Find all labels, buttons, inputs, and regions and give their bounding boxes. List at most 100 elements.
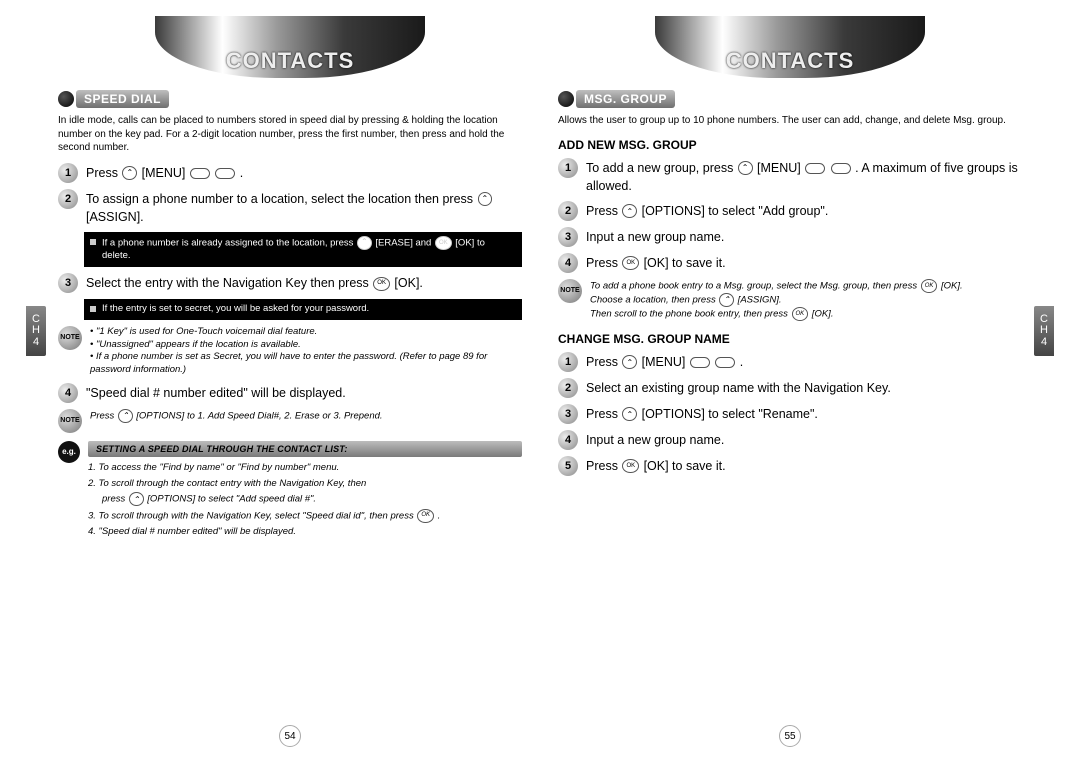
softkey-icon: ⌃ (118, 409, 133, 423)
manual-spread: C H 4 CONTACTS SPEED DIAL In idle mode, … (0, 0, 1080, 763)
step-number-icon: 3 (558, 227, 578, 247)
ok-key-icon: OK (435, 236, 452, 250)
step-5: 5 Press OK [OK] to save it. (558, 456, 1022, 476)
bullet-icon (90, 306, 96, 312)
page-number: 54 (279, 725, 301, 747)
key-icon (805, 163, 825, 174)
note-body: "1 Key" is used for One-Touch voicemail … (90, 326, 522, 377)
step-1: 1 Press ⌃ [MENU] . (58, 163, 522, 183)
subheading-add: ADD NEW MSG. GROUP (558, 138, 1022, 152)
example-item: 2. To scroll through the contact entry w… (88, 477, 522, 491)
section-label: SPEED DIAL (76, 90, 169, 108)
step-text: To add a new group, press ⌃ [MENU] . A m… (586, 158, 1022, 195)
header-title-left: CONTACTS (135, 48, 445, 74)
step-number-icon: 2 (558, 201, 578, 221)
step-number-icon: 2 (58, 189, 78, 209)
note-box: NOTE To add a phone book entry to a Msg.… (558, 279, 1022, 322)
note-body: Press ⌃ [OPTIONS] to 1. Add Speed Dial#,… (90, 409, 383, 423)
step-text: "Speed dial # number edited" will be dis… (86, 383, 346, 402)
page-header-left: CONTACTS (135, 16, 445, 78)
softkey-icon: ⌃ (622, 355, 637, 369)
example-box: e.g. SETTING A SPEED DIAL THROUGH THE CO… (58, 441, 522, 541)
subheading-change: CHANGE MSG. GROUP NAME (558, 332, 1022, 346)
softkey-icon: ⌃ (122, 166, 137, 180)
page-header-right: CONTACTS (635, 16, 945, 78)
step-number-icon: 3 (58, 273, 78, 293)
step-4: 4 Input a new group name. (558, 430, 1022, 450)
softkey-icon: ⌃ (129, 492, 144, 506)
example-item: 1. To access the "Find by name" or "Find… (88, 461, 522, 475)
note-box: NOTE "1 Key" is used for One-Touch voice… (58, 326, 522, 377)
note-line: Then scroll to the phone book entry, the… (590, 307, 963, 321)
note-item: "1 Key" is used for One-Touch voicemail … (90, 326, 522, 339)
note-badge-icon: NOTE (58, 326, 82, 350)
step-text: Press ⌃ [MENU] . (586, 352, 743, 371)
softkey-icon: ⌃ (357, 236, 372, 250)
ok-key-icon: OK (417, 509, 434, 523)
key-icon (215, 168, 235, 179)
example-title: SETTING A SPEED DIAL THROUGH THE CONTACT… (88, 441, 522, 457)
step-3: 3 Select the entry with the Navigation K… (58, 273, 522, 293)
softkey-icon: ⌃ (719, 293, 734, 307)
step-text: Press OK [OK] to save it. (586, 456, 726, 475)
side-tab-char: 4 (33, 337, 39, 349)
side-tab-char: 4 (1041, 337, 1047, 349)
step-text: To assign a phone number to a location, … (86, 189, 522, 226)
ok-key-icon: OK (622, 459, 639, 473)
intro-text: In idle mode, calls can be placed to num… (58, 114, 522, 155)
content-right: MSG. GROUP Allows the user to group up t… (550, 90, 1030, 512)
ok-key-icon: OK (622, 256, 639, 270)
step-3: 3 Press ⌃ [OPTIONS] to select "Rename". (558, 404, 1022, 424)
page-number: 55 (779, 725, 801, 747)
bullet-icon (90, 239, 96, 245)
content-left: SPEED DIAL In idle mode, calls can be pl… (50, 90, 530, 579)
section-label: MSG. GROUP (576, 90, 675, 108)
step-number-icon: 1 (558, 352, 578, 372)
step-text: Select the entry with the Navigation Key… (86, 273, 423, 292)
intro-text: Allows the user to group up to 10 phone … (558, 114, 1022, 128)
note-item: "Unassigned" appears if the location is … (90, 339, 522, 352)
note-line: Choose a location, then press ⌃ [ASSIGN]… (590, 293, 963, 307)
step-number-icon: 1 (58, 163, 78, 183)
note-badge-icon: NOTE (558, 279, 582, 303)
header-title-right: CONTACTS (635, 48, 945, 74)
step-number-icon: 3 (558, 404, 578, 424)
step-text: Press ⌃ [OPTIONS] to select "Add group". (586, 201, 828, 220)
step-text: Press ⌃ [MENU] . (86, 163, 243, 182)
eg-badge-icon: e.g. (58, 441, 80, 463)
key-icon (690, 357, 710, 368)
note-body: To add a phone book entry to a Msg. grou… (590, 279, 963, 322)
key-icon (715, 357, 735, 368)
softkey-icon: ⌃ (478, 192, 493, 206)
warning-box: If the entry is set to secret, you will … (84, 299, 522, 320)
example-item: press ⌃ [OPTIONS] to select "Add speed d… (102, 492, 522, 506)
note-item: If a phone number is set as Secret, you … (90, 351, 522, 377)
page-left: C H 4 CONTACTS SPEED DIAL In idle mode, … (40, 16, 540, 753)
step-2: 2 Press ⌃ [OPTIONS] to select "Add group… (558, 201, 1022, 221)
note-badge-icon: NOTE (58, 409, 82, 433)
ok-key-icon: OK (792, 307, 809, 321)
step-2: 2 Select an existing group name with the… (558, 378, 1022, 398)
key-icon (831, 163, 851, 174)
note-line: To add a phone book entry to a Msg. grou… (590, 279, 963, 293)
section-msg-group: MSG. GROUP (558, 90, 1022, 108)
section-dot-icon (58, 91, 74, 107)
step-1: 1 Press ⌃ [MENU] . (558, 352, 1022, 372)
page-right: C H 4 CONTACTS MSG. GROUP Allows the use… (540, 16, 1040, 753)
step-number-icon: 2 (558, 378, 578, 398)
step-number-icon: 4 (558, 253, 578, 273)
softkey-icon: ⌃ (738, 161, 753, 175)
step-text: Press OK [OK] to save it. (586, 253, 726, 272)
warning-box: If a phone number is already assigned to… (84, 232, 522, 267)
step-text: Input a new group name. (586, 430, 724, 449)
example-item: 3. To scroll through with the Navigation… (88, 509, 522, 523)
step-text: Select an existing group name with the N… (586, 378, 891, 397)
step-1: 1 To add a new group, press ⌃ [MENU] . A… (558, 158, 1022, 195)
example-item: 4. "Speed dial # number edited" will be … (88, 525, 522, 539)
section-dot-icon (558, 91, 574, 107)
softkey-icon: ⌃ (622, 204, 637, 218)
step-number-icon: 1 (558, 158, 578, 178)
section-speed-dial: SPEED DIAL (58, 90, 522, 108)
step-2: 2 To assign a phone number to a location… (58, 189, 522, 226)
side-tab-right: C H 4 (1034, 306, 1054, 356)
